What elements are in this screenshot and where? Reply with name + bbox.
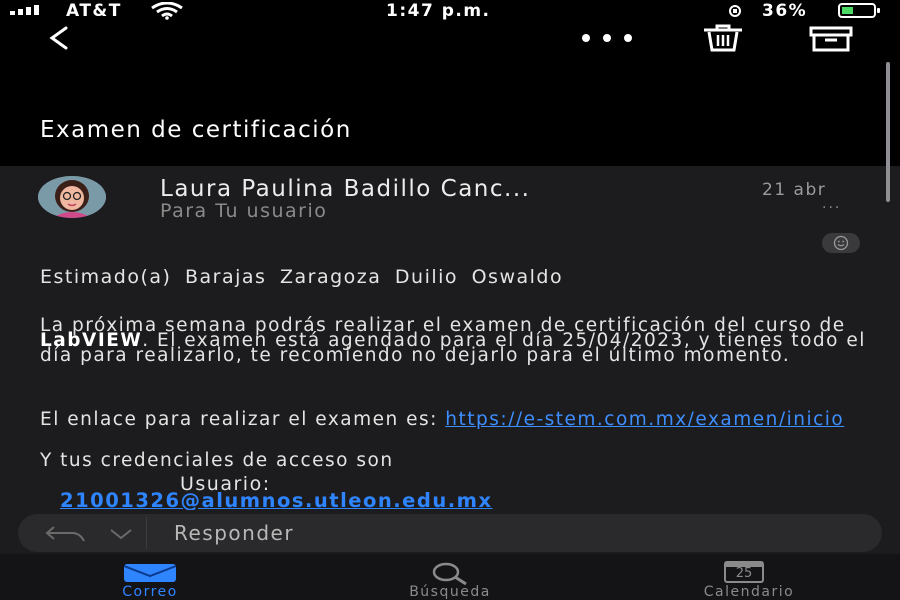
- tab-label-correo: Correo: [122, 584, 178, 600]
- email-date: 21 abr: [762, 180, 827, 200]
- body-text-2: . El examen está agendado para el día 25…: [40, 330, 866, 366]
- tab-busqueda[interactable]: Búsqueda: [390, 558, 510, 600]
- add-reaction-button[interactable]: [822, 233, 860, 253]
- tab-calendario[interactable]: 25 Calendario: [686, 558, 812, 600]
- calendar-icon: 25: [724, 561, 764, 583]
- search-icon: [432, 562, 467, 586]
- user-email-link[interactable]: 21001326@alumnos.utleon.edu.mx: [60, 489, 493, 512]
- tab-label-calendario: Calendario: [703, 584, 795, 600]
- tab-label-busqueda: Búsqueda: [409, 584, 491, 600]
- sender-avatar[interactable]: [38, 176, 106, 218]
- toolbar: [0, 22, 900, 58]
- link-line: El enlace para realizar el examen es: ht…: [40, 409, 860, 430]
- status-time: 1:47 p.m.: [386, 1, 491, 21]
- mail-icon: [123, 564, 177, 582]
- trash-icon[interactable]: [700, 24, 746, 52]
- reply-label[interactable]: Responder: [174, 521, 294, 545]
- battery-percent: 36%: [762, 1, 808, 21]
- wifi-icon: [151, 2, 183, 20]
- subject-header: [0, 58, 900, 166]
- reply-icon[interactable]: [44, 523, 92, 543]
- archive-icon[interactable]: [808, 24, 854, 52]
- recipient-line[interactable]: Para Tu usuario: [160, 200, 327, 222]
- orientation-lock-icon: [729, 5, 741, 17]
- reply-divider: [146, 517, 147, 549]
- greeting: Estimado(a) Barajas Zaragoza Duilio Oswa…: [40, 266, 564, 288]
- calendar-day: 25: [735, 566, 753, 581]
- signal-icon: [10, 5, 39, 15]
- carrier-label: AT&T: [66, 1, 122, 21]
- exam-link[interactable]: https://e-stem.com.mx/examen/inicio: [445, 409, 844, 430]
- email-subject: Examen de certificación: [40, 117, 352, 143]
- battery-icon: [838, 3, 880, 18]
- more-options-icon[interactable]: [580, 32, 634, 44]
- credentials-intro: Y tus credenciales de acceso son: [40, 450, 394, 471]
- scrollbar[interactable]: [886, 62, 890, 202]
- tab-correo[interactable]: Correo: [110, 558, 190, 600]
- body-paragraph: La próxima semana podrás realizar el exa…: [40, 316, 870, 366]
- sender-name[interactable]: Laura Paulina Badillo Canc...: [160, 176, 530, 202]
- smiley-icon: [833, 235, 849, 251]
- back-icon[interactable]: [44, 26, 74, 50]
- message-more-icon[interactable]: ···: [822, 200, 841, 216]
- chevron-down-icon[interactable]: [108, 528, 134, 540]
- link-intro: El enlace para realizar el examen es:: [40, 409, 446, 430]
- reply-bar[interactable]: [18, 514, 882, 552]
